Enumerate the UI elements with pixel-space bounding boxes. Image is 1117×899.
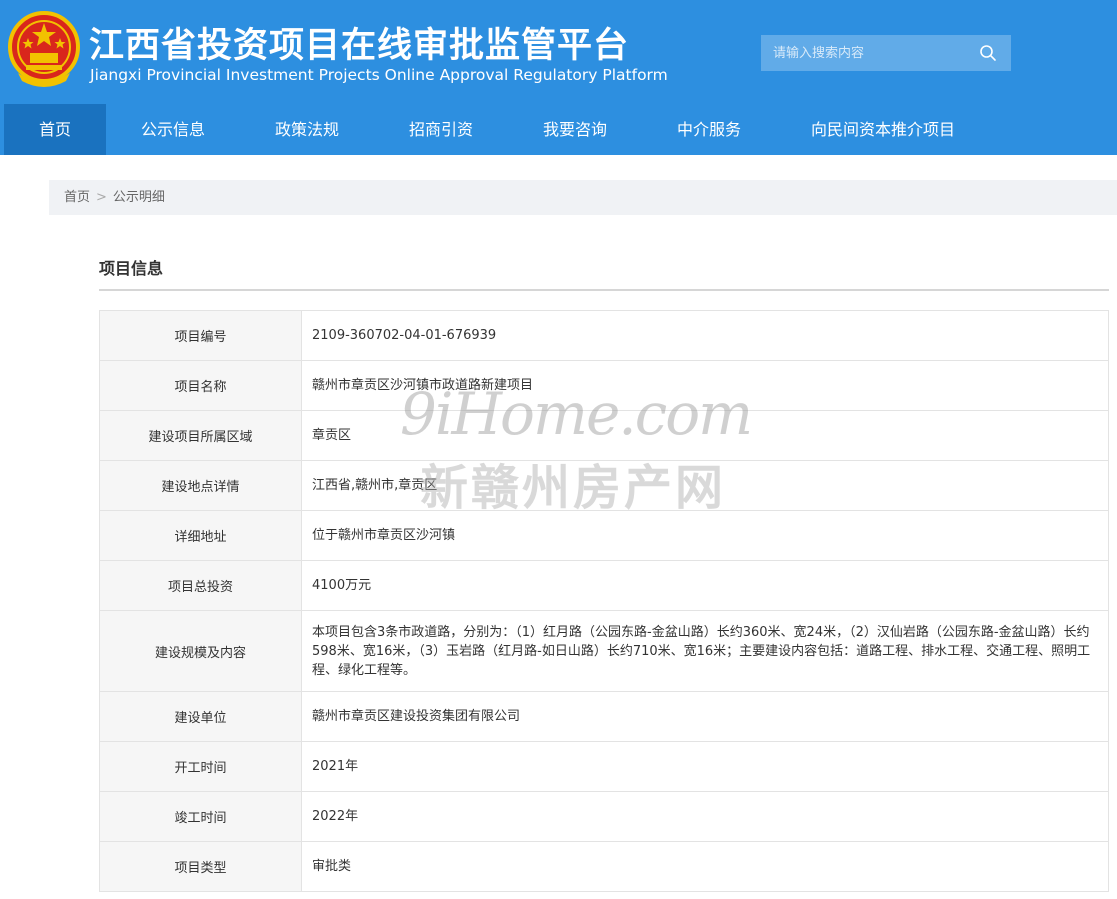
row-label: 建设项目所属区域 xyxy=(99,410,302,461)
row-value: 本项目包含3条市政道路，分别为：（1）红月路（公园东路-金盆山路）长约360米、… xyxy=(301,610,1109,692)
table-row: 项目类型 审批类 xyxy=(99,841,1109,892)
nav-item-consult[interactable]: 我要咨询 xyxy=(527,104,623,155)
national-emblem-icon xyxy=(8,11,80,87)
section-title: 项目信息 xyxy=(99,259,164,278)
breadcrumb: 首页 > 公示明细 xyxy=(49,180,1117,215)
row-value: 2022年 xyxy=(301,791,1109,842)
breadcrumb-current: 公示明细 xyxy=(112,190,165,205)
row-label: 项目编号 xyxy=(99,310,302,361)
table-row: 竣工时间 2022年 xyxy=(99,791,1109,842)
table-row: 建设项目所属区域 章贡区 xyxy=(99,410,1109,461)
search-box xyxy=(761,35,1011,71)
row-value: 江西省,赣州市,章贡区 xyxy=(301,460,1109,511)
row-value: 位于赣州市章贡区沙河镇 xyxy=(301,510,1109,561)
site-subtitle: Jiangxi Provincial Investment Projects O… xyxy=(90,66,668,84)
table-row: 项目总投资 4100万元 xyxy=(99,560,1109,611)
search-icon[interactable] xyxy=(979,44,997,62)
site-title: 江西省投资项目在线审批监管平台 xyxy=(89,26,630,66)
row-label: 建设单位 xyxy=(99,691,302,742)
breadcrumb-home-link[interactable]: 首页 xyxy=(64,190,90,205)
table-row: 建设地点详情 江西省,赣州市,章贡区 xyxy=(99,460,1109,511)
main-nav: 首页 公示信息 政策法规 招商引资 我要咨询 中介服务 向民间资本推介项目 xyxy=(0,104,1117,155)
table-row: 建设规模及内容 本项目包含3条市政道路，分别为：（1）红月路（公园东路-金盆山路… xyxy=(99,610,1109,692)
row-label: 项目总投资 xyxy=(99,560,302,611)
project-info-table: 项目编号 2109-360702-04-01-676939 项目名称 赣州市章贡… xyxy=(99,310,1109,892)
row-value: 章贡区 xyxy=(301,410,1109,461)
table-row: 项目名称 赣州市章贡区沙河镇市政道路新建项目 xyxy=(99,360,1109,411)
section-divider xyxy=(99,289,1109,291)
row-label: 建设地点详情 xyxy=(99,460,302,511)
nav-item-intermediary[interactable]: 中介服务 xyxy=(661,104,757,155)
row-label: 项目名称 xyxy=(99,360,302,411)
site-header: 江西省投资项目在线审批监管平台 Jiangxi Provincial Inves… xyxy=(0,0,1117,155)
row-label: 项目类型 xyxy=(99,841,302,892)
nav-item-public-info[interactable]: 公示信息 xyxy=(125,104,221,155)
row-value: 赣州市章贡区沙河镇市政道路新建项目 xyxy=(301,360,1109,411)
table-row: 开工时间 2021年 xyxy=(99,741,1109,792)
nav-item-private-capital-projects[interactable]: 向民间资本推介项目 xyxy=(795,104,971,155)
row-value: 2109-360702-04-01-676939 xyxy=(301,310,1109,361)
table-row: 项目编号 2109-360702-04-01-676939 xyxy=(99,310,1109,361)
table-row: 详细地址 位于赣州市章贡区沙河镇 xyxy=(99,510,1109,561)
search-input[interactable] xyxy=(761,35,971,71)
nav-item-investment-promotion[interactable]: 招商引资 xyxy=(393,104,489,155)
row-value: 2021年 xyxy=(301,741,1109,792)
row-label: 建设规模及内容 xyxy=(99,610,302,692)
row-label: 详细地址 xyxy=(99,510,302,561)
row-label: 竣工时间 xyxy=(99,791,302,842)
row-value: 赣州市章贡区建设投资集团有限公司 xyxy=(301,691,1109,742)
row-label: 开工时间 xyxy=(99,741,302,792)
nav-item-policies[interactable]: 政策法规 xyxy=(259,104,355,155)
breadcrumb-separator: > xyxy=(96,190,107,205)
nav-item-home[interactable]: 首页 xyxy=(4,104,106,155)
row-value: 审批类 xyxy=(301,841,1109,892)
table-row: 建设单位 赣州市章贡区建设投资集团有限公司 xyxy=(99,691,1109,742)
row-value: 4100万元 xyxy=(301,560,1109,611)
